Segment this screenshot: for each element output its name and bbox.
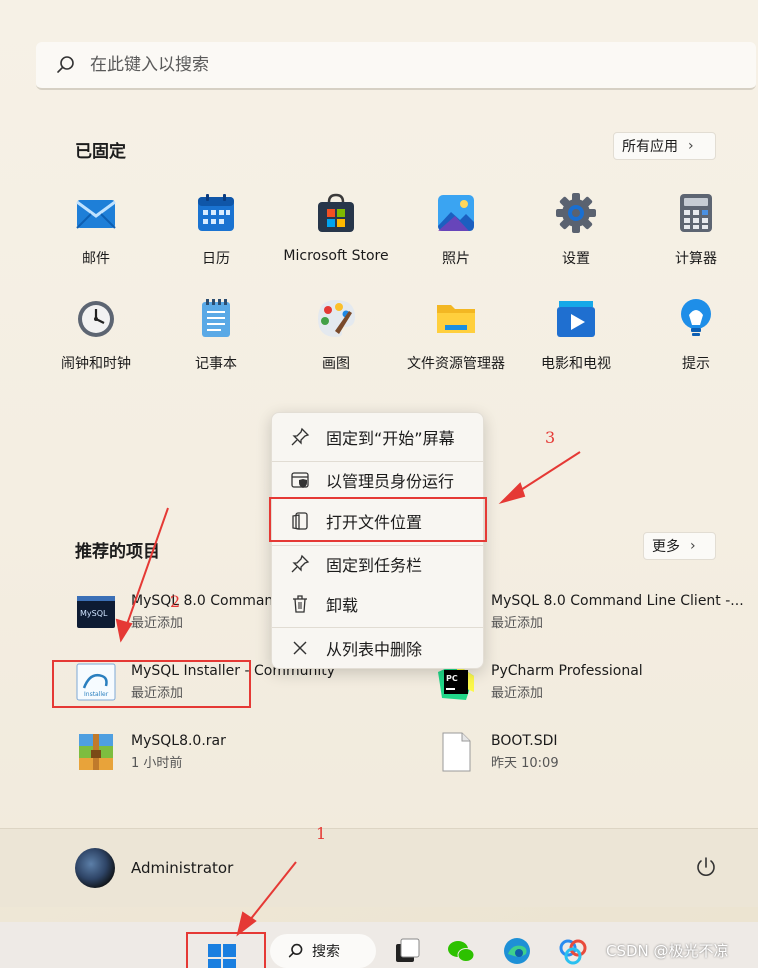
store-icon	[318, 193, 354, 232]
menu-item-label: 从列表中删除	[326, 640, 423, 659]
recommended-item-name: PyCharm Professional	[491, 663, 643, 679]
folder-icon	[437, 305, 475, 333]
recommended-item[interactable]: BOOT.SDI 昨天 10:09	[436, 732, 559, 772]
pin-icon	[291, 427, 310, 446]
recommended-item-name: MySQL8.0.rar	[131, 733, 226, 749]
annotation-box-mysql-installer	[52, 660, 251, 708]
paint-icon	[318, 300, 355, 337]
pinned-app-paint[interactable]: 画图	[276, 297, 396, 373]
pinned-app-mail[interactable]: 邮件	[36, 192, 156, 268]
recommended-item-subtitle: 昨天 10:09	[491, 756, 559, 771]
svg-text:PC: PC	[446, 674, 458, 683]
app-label: 文件资源管理器	[407, 356, 505, 372]
menu-item-label: 固定到任务栏	[326, 556, 423, 575]
user-bar: Administrator	[0, 828, 758, 907]
app-label: 电影和电视	[541, 356, 611, 372]
movies-icon	[557, 301, 595, 337]
app-label: 邮件	[82, 251, 110, 267]
annotation-number-1: 1	[316, 824, 327, 843]
csdn-watermark: CSDN @极光不凉	[606, 942, 729, 960]
start-search-box[interactable]	[36, 42, 756, 90]
edge-icon[interactable]	[502, 936, 532, 966]
app-label: 计算器	[675, 251, 717, 267]
app-label: 记事本	[195, 356, 237, 372]
power-icon[interactable]	[694, 855, 718, 879]
pinned-app-settings[interactable]: 设置	[516, 192, 636, 268]
chevron-right-icon: ›	[690, 538, 696, 554]
wechat-icon[interactable]	[446, 936, 476, 966]
recommended-item-name: BOOT.SDI	[491, 733, 558, 749]
menu-item-pin-to-start[interactable]: 固定到“开始”屏幕	[272, 417, 483, 457]
svg-text:MySQL: MySQL	[80, 609, 108, 618]
menu-item-label: 卸载	[326, 596, 359, 615]
all-apps-label: 所有应用	[622, 139, 678, 155]
more-label: 更多	[652, 539, 680, 555]
recommended-item-subtitle: 最近添加	[491, 686, 544, 701]
taskbar-search-button[interactable]: 搜索	[270, 934, 376, 968]
menu-item-remove-from-list[interactable]: 从列表中删除	[272, 628, 483, 668]
app-label: Microsoft Store	[283, 248, 389, 264]
pinned-title: 已固定	[75, 142, 126, 162]
menu-item-uninstall[interactable]: 卸载	[272, 584, 483, 624]
close-icon	[293, 641, 307, 655]
start-button[interactable]	[186, 932, 266, 968]
recommended-item-name: MySQL 8.0 Command Line Client -...	[491, 593, 744, 609]
annotation-box-open-file-location	[269, 497, 487, 542]
pinned-app-tips[interactable]: 提示	[636, 297, 756, 373]
windows-logo-icon	[208, 944, 236, 968]
tips-icon	[681, 299, 711, 336]
recommended-item-subtitle: 最近添加	[131, 616, 184, 631]
app-label: 提示	[682, 356, 710, 372]
avatar[interactable]	[75, 848, 115, 888]
pin-icon	[291, 554, 310, 573]
rar-icon	[79, 734, 113, 770]
pinned-app-clock[interactable]: 闹钟和时钟	[36, 297, 156, 373]
trash-icon	[293, 595, 307, 613]
menu-item-pin-to-taskbar[interactable]: 固定到任务栏	[272, 544, 483, 584]
photos-icon	[438, 195, 474, 231]
recommended-title: 推荐的项目	[75, 542, 160, 562]
mysql-cmd-icon: MySQL	[77, 596, 115, 628]
clock-icon	[78, 301, 114, 337]
annotation-number-2: 2	[170, 592, 181, 611]
recommended-item-subtitle: 最近添加	[491, 616, 544, 631]
recommended-item-subtitle: 1 小时前	[131, 756, 183, 771]
pinned-app-calendar[interactable]: 日历	[156, 192, 276, 268]
mail-icon	[76, 200, 116, 229]
taskbar-search-label: 搜索	[312, 944, 340, 960]
pinned-app-photos[interactable]: 照片	[396, 192, 516, 268]
pinned-app-movies-tv[interactable]: 电影和电视	[516, 297, 636, 373]
search-icon	[57, 56, 74, 73]
app-label: 照片	[442, 251, 470, 267]
all-apps-button[interactable]: 所有应用 ›	[613, 132, 716, 160]
recommended-item-name: MySQL 8.0 Command	[131, 593, 283, 609]
menu-item-label: 固定到“开始”屏幕	[326, 429, 455, 448]
shield-icon	[291, 472, 309, 488]
app-label: 日历	[202, 251, 230, 267]
baidu-netdisk-icon[interactable]	[558, 936, 588, 966]
calendar-icon	[198, 194, 234, 231]
search-icon	[288, 943, 303, 958]
annotation-number-3: 3	[545, 428, 556, 447]
file-icon	[442, 732, 471, 772]
pinned-app-notepad[interactable]: 记事本	[156, 297, 276, 373]
pinned-app-calculator[interactable]: 计算器	[636, 192, 756, 268]
pinned-app-file-explorer[interactable]: 文件资源管理器	[396, 297, 516, 373]
notepad-icon	[202, 299, 230, 337]
app-label: 画图	[322, 356, 350, 372]
menu-item-label: 以管理员身份运行	[326, 472, 455, 491]
search-input[interactable]	[90, 55, 690, 75]
recommended-item[interactable]: MySQL8.0.rar 1 小时前	[76, 732, 226, 772]
task-view-icon[interactable]	[392, 936, 422, 966]
chevron-right-icon: ›	[688, 138, 694, 154]
app-label: 闹钟和时钟	[61, 356, 131, 372]
calculator-icon	[680, 194, 712, 232]
user-name[interactable]: Administrator	[131, 859, 233, 877]
more-button[interactable]: 更多 ›	[643, 532, 716, 560]
pinned-app-microsoft-store[interactable]: Microsoft Store	[276, 192, 396, 264]
settings-icon	[556, 193, 596, 233]
app-label: 设置	[562, 251, 590, 267]
menu-item-run-as-admin[interactable]: 以管理员身份运行	[272, 460, 483, 500]
